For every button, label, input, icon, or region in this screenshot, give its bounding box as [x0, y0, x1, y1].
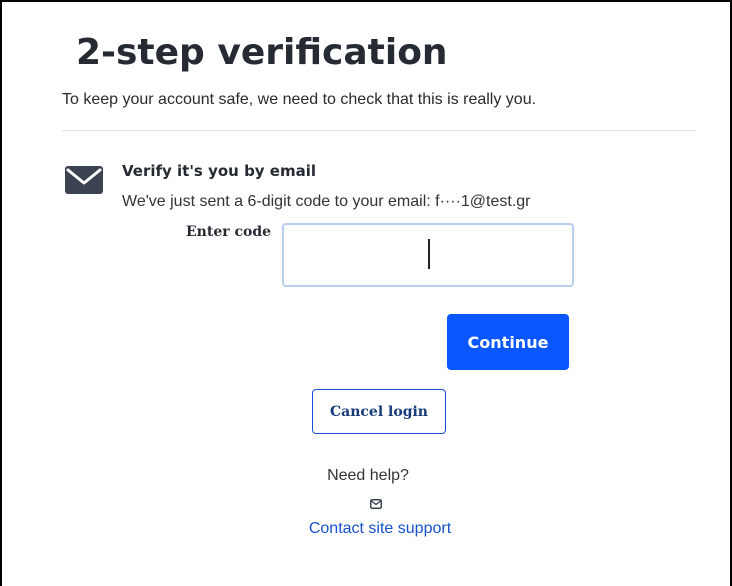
help-prompt: Need help?: [327, 467, 409, 484]
envelope-icon: [370, 496, 382, 509]
page-subtitle: To keep your account safe, we need to ch…: [62, 91, 537, 108]
code-label: Enter code: [186, 224, 272, 240]
envelope-icon: [65, 166, 103, 194]
contact-support-link[interactable]: Contact site support: [2, 520, 732, 538]
page-title: 2-step verification: [76, 32, 448, 73]
divider: [62, 130, 696, 131]
verify-heading: Verify it's you by email: [122, 162, 317, 180]
cancel-login-button[interactable]: Cancel login: [312, 389, 446, 434]
continue-button[interactable]: Continue: [447, 314, 569, 370]
verify-message: We've just sent a 6-digit code to your e…: [122, 193, 531, 210]
text-caret: [428, 239, 430, 269]
verification-panel: 2-step verification To keep your account…: [0, 0, 732, 586]
